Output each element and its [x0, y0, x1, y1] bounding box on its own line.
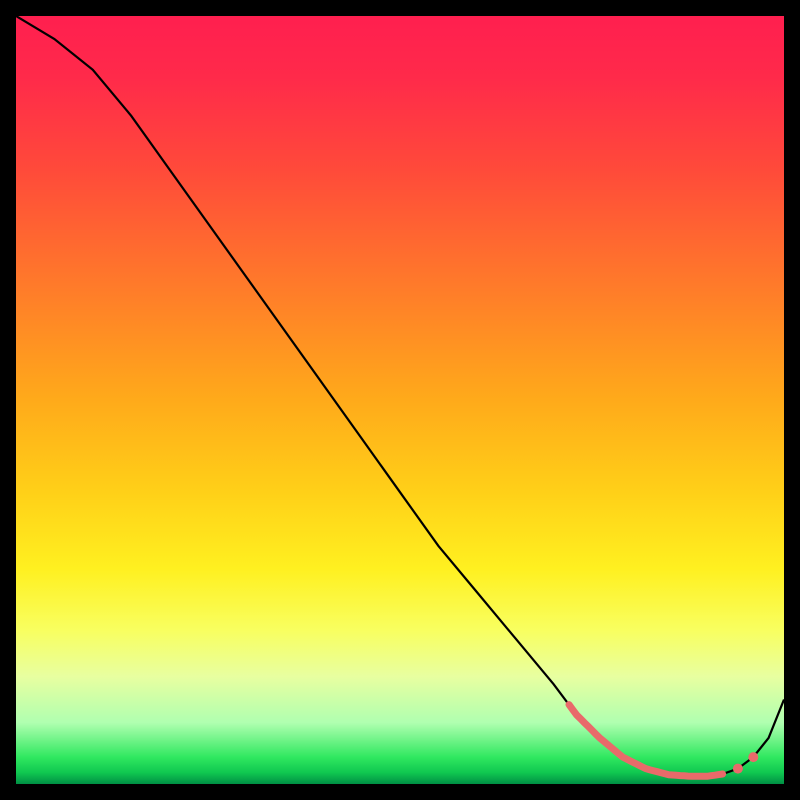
gradient-background — [16, 16, 784, 784]
marker-dot — [733, 764, 743, 774]
chart-frame: TheBottlenecker.com — [16, 16, 784, 784]
bottleneck-chart — [16, 16, 784, 784]
marker-dot — [748, 752, 758, 762]
